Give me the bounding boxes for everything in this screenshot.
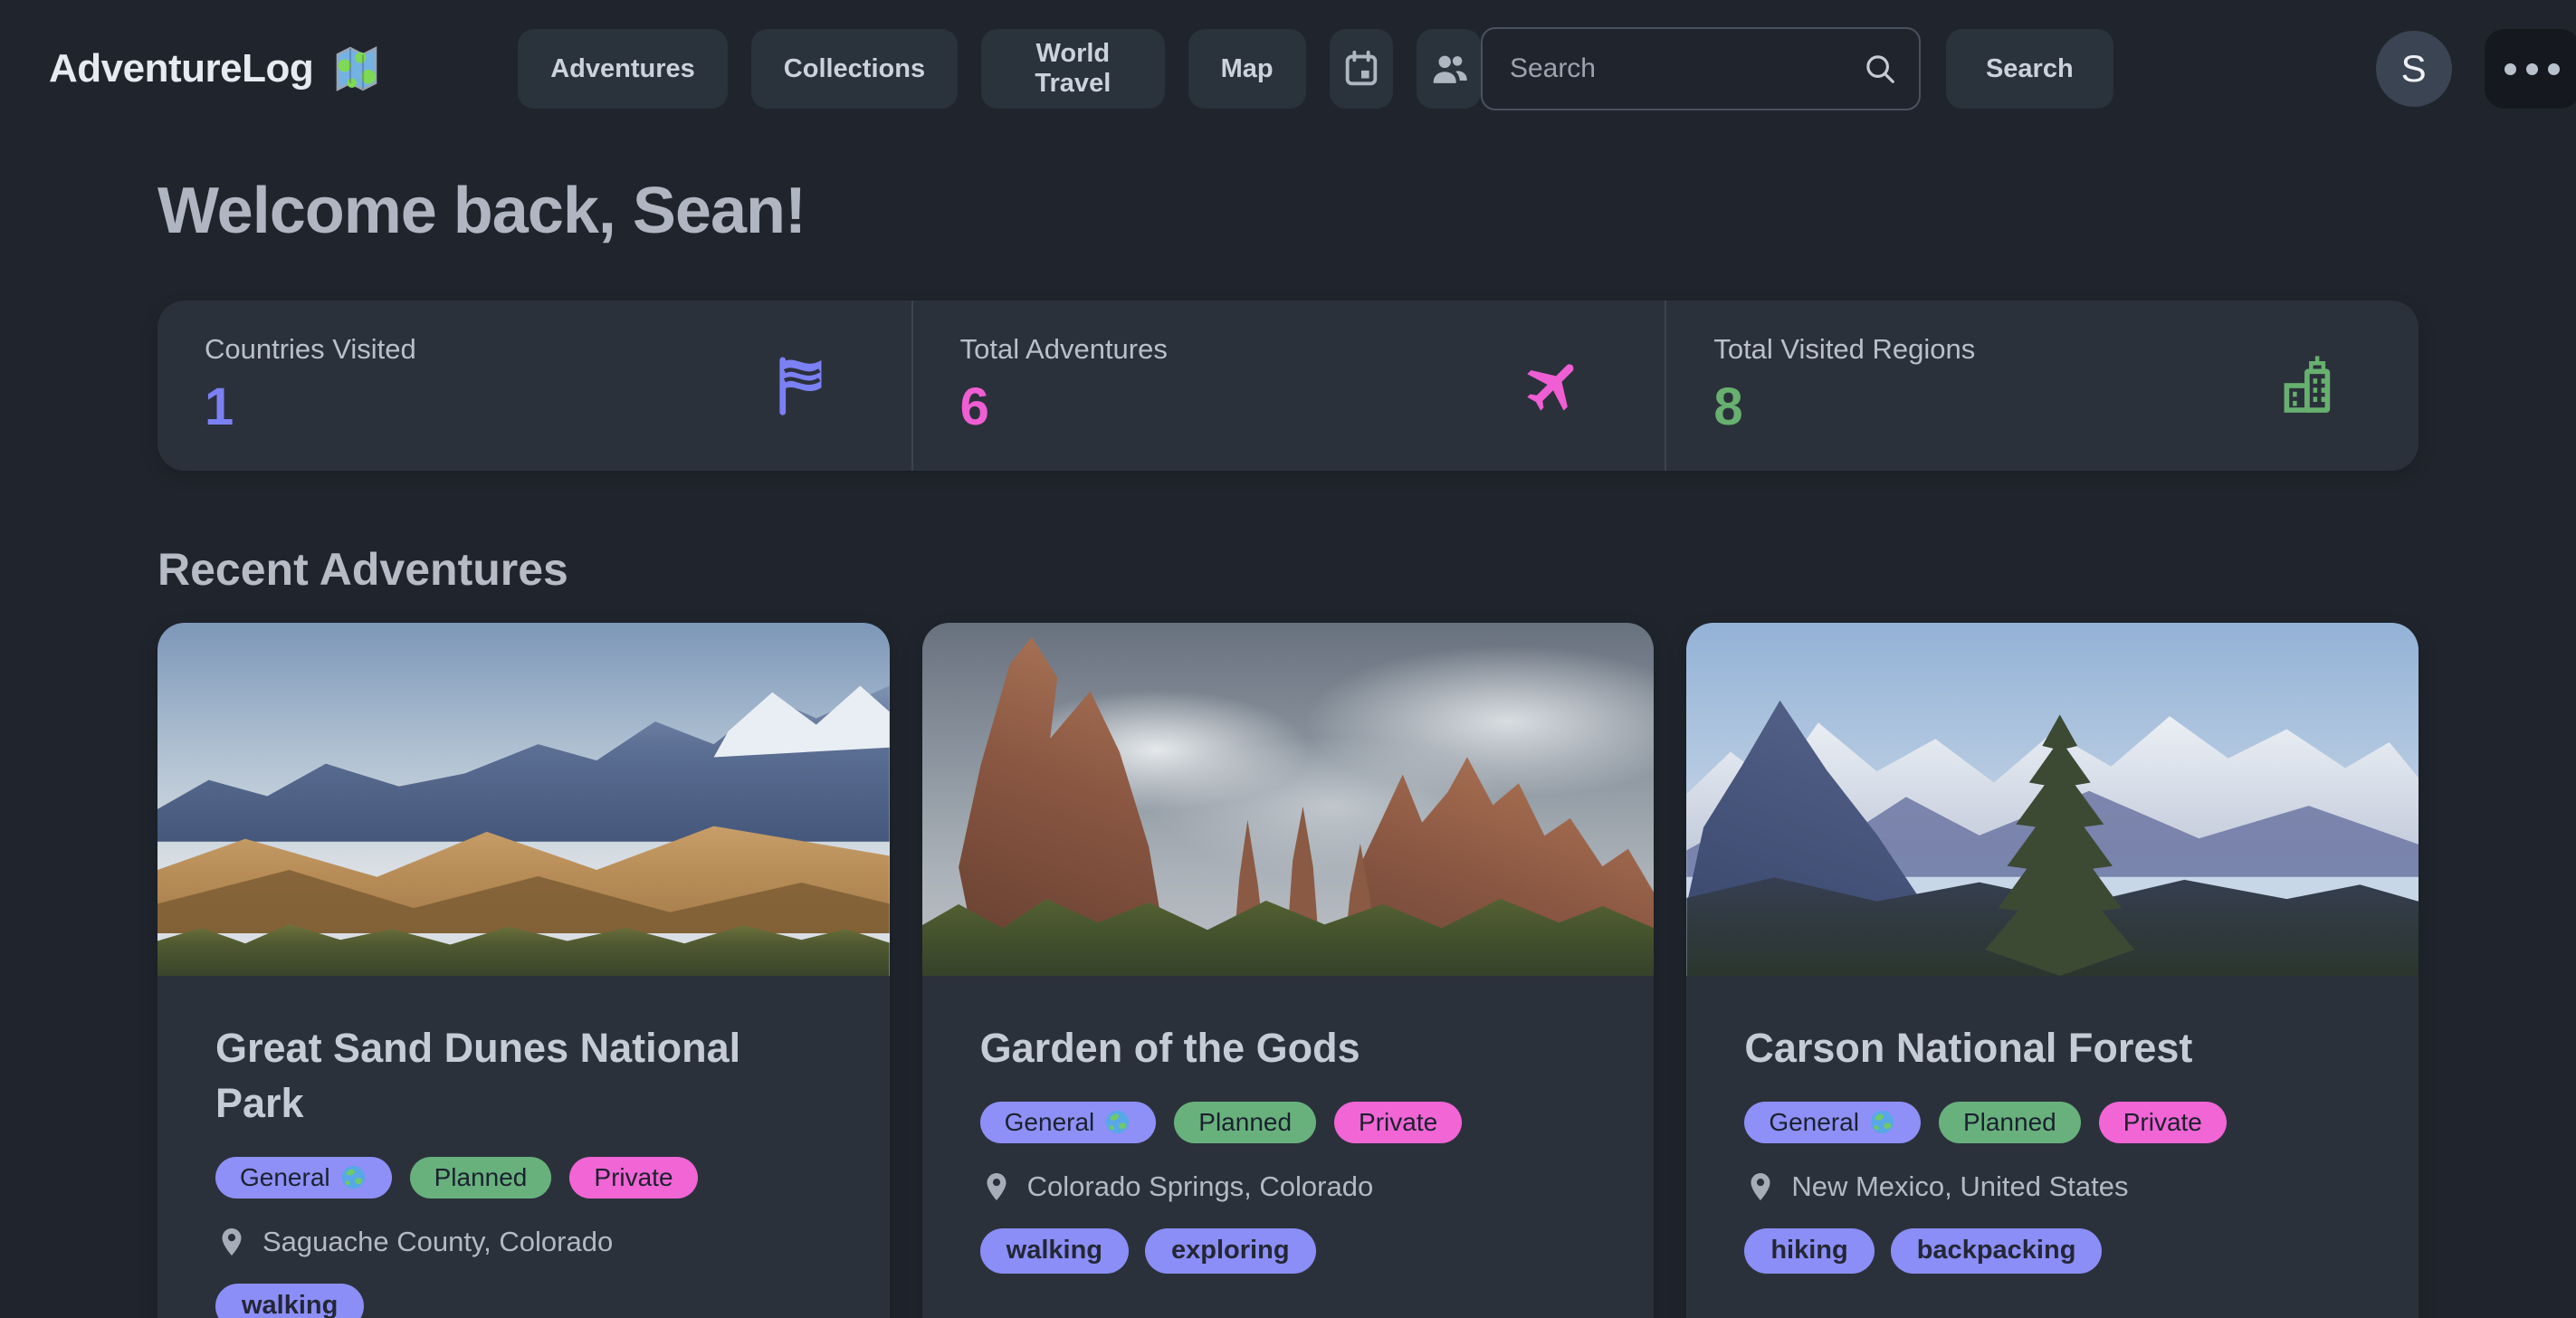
tag: walking xyxy=(215,1284,364,1318)
nav-item-adventures[interactable]: Adventures xyxy=(518,29,728,109)
city-icon xyxy=(2275,353,2341,418)
flag-icon xyxy=(768,353,834,418)
navbar: AdventureLog Adventures Collections Worl… xyxy=(0,0,2576,138)
search-box xyxy=(1481,27,1921,110)
stat-card: Total Visited Regions 8 xyxy=(1665,301,2419,471)
ellipsis-icon xyxy=(2504,63,2516,75)
tag-row: walking xyxy=(215,1284,832,1318)
avatar[interactable]: S xyxy=(2376,31,2452,107)
pin-icon xyxy=(215,1226,248,1258)
tag: hiking xyxy=(1744,1228,1874,1274)
users-button[interactable] xyxy=(1417,29,1481,109)
location-row: New Mexico, United States xyxy=(1744,1170,2361,1203)
adventure-card[interactable]: Carson National Forest General Planned Pri… xyxy=(1686,623,2419,1318)
badge-private: Private xyxy=(2099,1102,2227,1143)
brand-name: AdventureLog xyxy=(49,46,313,91)
search-button[interactable]: Search xyxy=(1946,29,2113,109)
nav-item-map[interactable]: Map xyxy=(1188,29,1306,109)
brand[interactable]: AdventureLog xyxy=(49,43,382,94)
plane-icon xyxy=(1522,353,1587,418)
main-content: Welcome back, Sean! Countries Visited 1 … xyxy=(0,174,2576,1318)
calendar-icon xyxy=(1340,48,1382,90)
badge-general: General xyxy=(980,1102,1157,1143)
navbar-right: S xyxy=(2376,29,2576,109)
badge-row: General Planned Private xyxy=(1744,1102,2361,1143)
stat-card: Countries Visited 1 xyxy=(157,301,911,471)
users-icon xyxy=(1428,48,1470,90)
badge-general: General xyxy=(215,1157,392,1199)
page-title: Welcome back, Sean! xyxy=(157,174,2419,248)
pin-icon xyxy=(1744,1170,1777,1203)
globe-icon xyxy=(1103,1108,1131,1136)
adventure-title: Carson National Forest xyxy=(1744,1021,2361,1076)
location-text: Colorado Springs, Colorado xyxy=(1027,1170,1374,1203)
calendar-button[interactable] xyxy=(1330,29,1394,109)
globe-icon xyxy=(339,1163,367,1191)
badge-private: Private xyxy=(1334,1102,1462,1143)
stat-card: Total Adventures 6 xyxy=(911,301,1665,471)
adventure-card[interactable]: Great Sand Dunes National Park General Pl… xyxy=(157,623,890,1318)
tag: walking xyxy=(980,1228,1129,1274)
tag: exploring xyxy=(1145,1228,1316,1274)
location-row: Saguache County, Colorado xyxy=(215,1226,832,1258)
globe-icon xyxy=(1868,1108,1896,1136)
section-heading: Recent Adventures xyxy=(157,543,2419,596)
adventure-title: Garden of the Gods xyxy=(980,1021,1597,1076)
nav-links: Adventures Collections World Travel Map xyxy=(518,29,1481,109)
badge-planned: Planned xyxy=(1939,1102,2081,1143)
stats-row: Countries Visited 1 Total Adventures 6 T… xyxy=(157,301,2419,471)
nav-item-collections[interactable]: Collections xyxy=(751,29,958,109)
location-text: New Mexico, United States xyxy=(1791,1170,2128,1203)
nav-item-world-travel[interactable]: World Travel xyxy=(981,29,1164,109)
location-row: Colorado Springs, Colorado xyxy=(980,1170,1597,1203)
badge-private: Private xyxy=(569,1157,697,1199)
badge-planned: Planned xyxy=(410,1157,552,1199)
adventure-title: Great Sand Dunes National Park xyxy=(215,1021,832,1132)
badge-planned: Planned xyxy=(1174,1102,1316,1143)
tag-row: hiking backpacking xyxy=(1744,1228,2361,1274)
adventure-photo xyxy=(1686,623,2419,976)
location-text: Saguache County, Colorado xyxy=(262,1226,613,1258)
badge-general: General xyxy=(1744,1102,1921,1143)
adventure-card[interactable]: Garden of the Gods General Planned Private… xyxy=(922,623,1655,1318)
overflow-menu-button[interactable] xyxy=(2485,29,2576,109)
adventure-photo xyxy=(922,623,1655,976)
tag-row: walking exploring xyxy=(980,1228,1597,1274)
adventure-cards-grid: Great Sand Dunes National Park General Pl… xyxy=(157,623,2419,1318)
badge-row: General Planned Private xyxy=(215,1157,832,1199)
search-area: Search xyxy=(1481,27,2113,110)
pin-icon xyxy=(980,1170,1013,1203)
map-logo-icon xyxy=(331,43,382,94)
adventure-photo xyxy=(157,623,890,976)
tag: backpacking xyxy=(1891,1228,2103,1274)
badge-row: General Planned Private xyxy=(980,1102,1597,1143)
search-input[interactable] xyxy=(1481,27,1921,110)
